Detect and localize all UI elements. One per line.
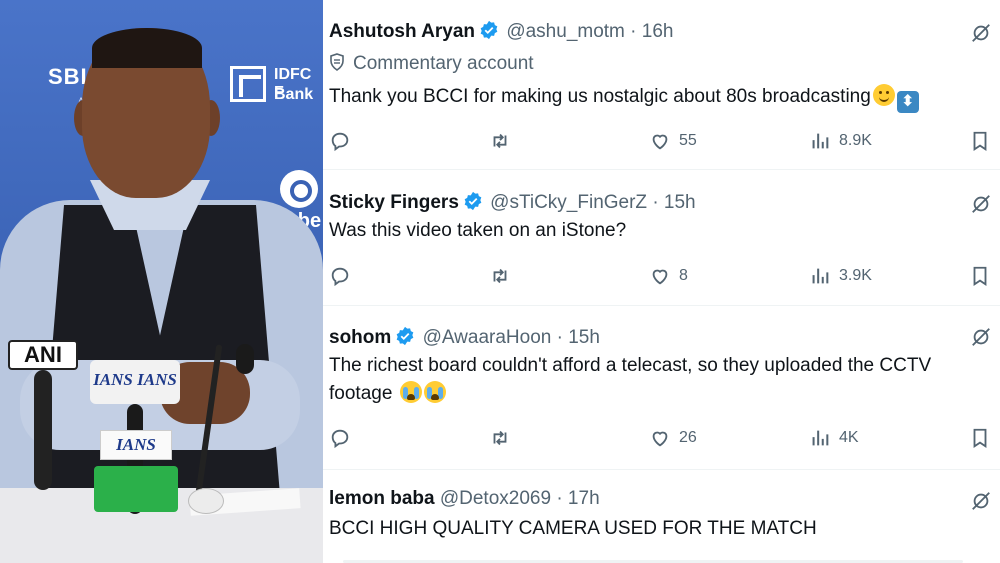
gooseneck-mic-head (236, 344, 254, 374)
views-button[interactable]: 8.9K (809, 129, 872, 153)
retweet-icon (493, 430, 507, 446)
reply-button[interactable] (329, 129, 351, 153)
reply-button[interactable] (329, 426, 351, 450)
author-name[interactable]: sohom (329, 327, 391, 348)
heart-icon (652, 269, 668, 285)
loudly-crying-face-icon (399, 381, 422, 403)
loudly-crying-face-icon (423, 381, 446, 403)
tweet-header: lemon baba @Detox2069 · 17h (329, 488, 600, 510)
grok-icon[interactable] (970, 326, 992, 348)
tweet-actions: 26 4K (323, 426, 1000, 450)
idfc-logo-bank-text: Bank (274, 86, 314, 103)
idfc-bank-logo: IDFC F Bank (230, 64, 323, 108)
grok-icon[interactable] (970, 22, 992, 44)
author-handle[interactable]: @sTiCky_FinGerZ · 15h (490, 192, 695, 213)
tweet[interactable]: lemon baba @Detox2069 · 17h BCCI HIGH QU… (323, 471, 1000, 563)
bookmark-button[interactable] (969, 264, 991, 288)
shield-icon (330, 53, 344, 71)
views-icon (812, 133, 829, 149)
slightly-smiling-face-icon (872, 84, 895, 106)
tweet-text: BCCI HIGH QUALITY CAMERA USED FOR THE MA… (329, 518, 817, 539)
tweet-actions: 55 8.9K (323, 129, 1000, 153)
retweet-button[interactable] (489, 129, 511, 153)
bookmark-icon (973, 428, 987, 448)
tweet-header: Ashutosh Aryan @ashu_motm · 16h (329, 20, 673, 43)
views-icon (812, 268, 829, 284)
tweet-text: Thank you BCCI for making us nostalgic a… (329, 83, 997, 113)
idfc-logo-mark (230, 66, 266, 102)
gooseneck-mic-base (188, 488, 224, 514)
mic-stand-green (94, 466, 178, 512)
like-count: 55 (679, 132, 697, 149)
retweet-icon (493, 133, 507, 149)
tweet-text: Was this video taken on an iStone? (329, 220, 627, 241)
views-button[interactable]: 3.9K (809, 264, 872, 288)
ians-mic-flag-small: IANS (100, 430, 172, 460)
retweet-button[interactable] (489, 264, 511, 288)
author-name[interactable]: Sticky Fingers (329, 192, 459, 213)
tweet-actions: 8 3.9K (323, 264, 1000, 288)
tweet-feed: Ashutosh Aryan @ashu_motm · 16h Commenta… (323, 0, 1000, 563)
heart-icon (652, 431, 668, 447)
press-conference-photo: SBI Ap IDFC F Bank mbe ANI IANS IANS IAN… (0, 0, 323, 563)
reply-button[interactable] (329, 264, 351, 288)
author-handle[interactable]: @AwaaraHoon · 15h (423, 327, 600, 348)
bookmark-button[interactable] (969, 129, 991, 153)
ani-mic-flag: ANI (8, 340, 78, 370)
ani-microphone: ANI (8, 340, 78, 490)
like-button[interactable]: 26 (649, 426, 697, 450)
mic-stem (34, 370, 52, 490)
grok-icon[interactable] (970, 193, 992, 215)
verified-badge-icon (464, 191, 482, 211)
tweet[interactable]: sohom @AwaaraHoon · 15h The richest boar… (323, 307, 1000, 470)
tweet-text-content: Thank you BCCI for making us nostalgic a… (329, 86, 871, 107)
author-name[interactable]: Ashutosh Aryan (329, 21, 475, 42)
tweet-header: sohom @AwaaraHoon · 15h (329, 326, 600, 349)
bookmark-button[interactable] (969, 426, 991, 450)
tweet-header: Sticky Fingers @sTiCky_FinGerZ · 15h (329, 191, 696, 214)
reply-icon (331, 132, 349, 152)
tweet[interactable]: Ashutosh Aryan @ashu_motm · 16h Commenta… (323, 0, 1000, 170)
tweet[interactable]: Sticky Fingers @sTiCky_FinGerZ · 15h Was… (323, 171, 1000, 306)
bookmark-icon (973, 266, 987, 286)
views-icon (812, 430, 829, 446)
views-button[interactable]: 4K (809, 426, 859, 450)
commentary-note-text: Commentary account (353, 53, 534, 74)
commentary-note: Commentary account (329, 53, 534, 75)
up-down-arrow-icon: ⬍ (896, 91, 919, 113)
like-button[interactable]: 55 (649, 129, 697, 153)
person-hair (92, 28, 202, 68)
heart-icon (652, 134, 668, 150)
reply-icon (331, 429, 349, 449)
like-count: 26 (679, 429, 697, 446)
bookmark-icon (973, 131, 987, 151)
like-button[interactable]: 8 (649, 264, 688, 288)
sponsor-round-logo (280, 170, 318, 208)
tweet-text: The richest board couldn't afford a tele… (329, 352, 997, 408)
retweet-icon (493, 268, 507, 284)
verified-badge-icon (396, 326, 414, 346)
verified-badge-icon (480, 20, 498, 40)
view-count: 3.9K (839, 267, 872, 284)
view-count: 4K (839, 429, 859, 446)
view-count: 8.9K (839, 132, 872, 149)
author-name[interactable]: lemon baba (329, 488, 435, 509)
author-handle[interactable]: @ashu_motm · 16h (506, 21, 673, 42)
grok-icon[interactable] (970, 490, 992, 512)
sbi-logo: SBI (48, 64, 88, 89)
ians-mic-flag: IANS IANS (90, 360, 180, 404)
retweet-button[interactable] (489, 426, 511, 450)
author-handle[interactable]: @Detox2069 · 17h (440, 488, 600, 509)
reply-icon (331, 267, 349, 287)
like-count: 8 (679, 267, 688, 284)
